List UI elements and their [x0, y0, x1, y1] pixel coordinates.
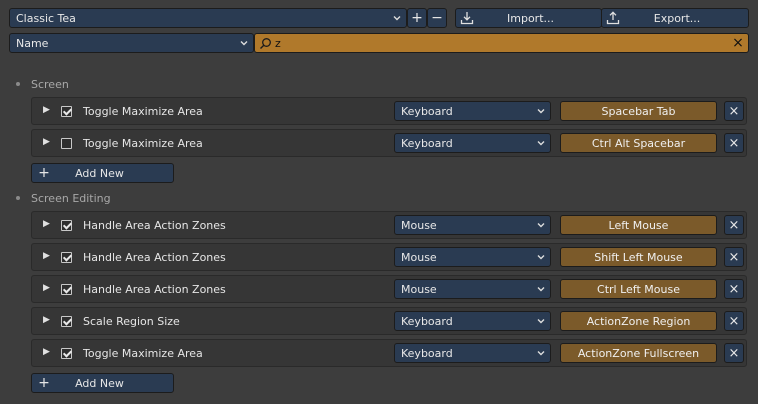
keymap-item: ▶ Toggle Maximize Area Keyboard Ctrl Alt… — [31, 129, 747, 157]
chevron-down-icon — [536, 220, 550, 230]
device-dropdown[interactable]: Keyboard — [394, 311, 551, 331]
remove-item-button[interactable]: × — [724, 311, 744, 331]
chevron-down-icon — [536, 316, 550, 326]
expand-arrow-icon[interactable]: ▶ — [43, 137, 50, 147]
keymap-item-name: Toggle Maximize Area — [83, 137, 203, 150]
key-binding-button[interactable]: ActionZone Fullscreen — [560, 343, 717, 363]
import-button[interactable]: Import... — [455, 8, 602, 28]
remove-preset-button[interactable]: − — [427, 8, 447, 28]
expand-arrow-icon[interactable]: ▶ — [43, 251, 50, 261]
chevron-down-icon — [239, 38, 253, 48]
keymap-item-name: Toggle Maximize Area — [83, 105, 203, 118]
device-value: Mouse — [401, 250, 437, 264]
enabled-checkbox[interactable] — [61, 316, 72, 327]
keymap-item: ▶ Handle Area Action Zones Mouse Ctrl Le… — [31, 275, 747, 303]
preset-value: Classic Tea — [16, 11, 76, 25]
search-icon — [255, 37, 275, 50]
section-title: Screen Editing — [31, 192, 111, 205]
remove-item-button[interactable]: × — [724, 343, 744, 363]
enabled-checkbox[interactable] — [61, 106, 72, 117]
chevron-down-icon — [536, 252, 550, 262]
device-dropdown[interactable]: Mouse — [394, 279, 551, 299]
filter-mode-dropdown[interactable]: Name — [9, 33, 254, 53]
export-label: Export... — [653, 11, 701, 25]
device-dropdown[interactable]: Mouse — [394, 215, 551, 235]
bullet-icon — [16, 196, 20, 200]
device-dropdown[interactable]: Keyboard — [394, 101, 551, 121]
device-dropdown[interactable]: Mouse — [394, 247, 551, 267]
keymap-item: ▶ Toggle Maximize Area Keyboard ActionZo… — [31, 339, 747, 367]
key-binding-button[interactable]: ActionZone Region — [560, 311, 717, 331]
search-value: z — [275, 36, 281, 50]
key-binding-button[interactable]: Ctrl Left Mouse — [560, 279, 717, 299]
device-value: Keyboard — [401, 104, 453, 118]
device-dropdown[interactable]: Keyboard — [394, 133, 551, 153]
device-value: Mouse — [401, 282, 437, 296]
chevron-down-icon — [536, 348, 550, 358]
add-new-label: Add New — [75, 166, 124, 180]
device-value: Mouse — [401, 218, 437, 232]
chevron-down-icon — [536, 106, 550, 116]
expand-arrow-icon[interactable]: ▶ — [43, 105, 50, 115]
keymap-item-name: Handle Area Action Zones — [83, 219, 226, 232]
device-value: Keyboard — [401, 346, 453, 360]
keymap-item: ▶ Handle Area Action Zones Mouse Shift L… — [31, 243, 747, 271]
add-new-button[interactable]: + Add New — [31, 373, 174, 393]
keymap-item: ▶ Handle Area Action Zones Mouse Left Mo… — [31, 211, 747, 239]
add-new-label: Add New — [75, 376, 124, 390]
chevron-down-icon — [536, 138, 550, 148]
clear-search-button[interactable]: × — [728, 35, 748, 51]
keymap-item-name: Scale Region Size — [83, 315, 180, 328]
enabled-checkbox[interactable] — [61, 348, 72, 359]
section-header-screen[interactable]: Screen — [16, 78, 69, 91]
keymap-item: ▶ Toggle Maximize Area Keyboard Spacebar… — [31, 97, 747, 125]
remove-item-button[interactable]: × — [724, 247, 744, 267]
remove-item-button[interactable]: × — [724, 279, 744, 299]
key-binding-button[interactable]: Shift Left Mouse — [560, 247, 717, 267]
keymap-item-name: Toggle Maximize Area — [83, 347, 203, 360]
enabled-checkbox[interactable] — [61, 220, 72, 231]
expand-arrow-icon[interactable]: ▶ — [43, 347, 50, 357]
plus-icon: + — [38, 165, 50, 181]
device-dropdown[interactable]: Keyboard — [394, 343, 551, 363]
export-button[interactable]: Export... — [601, 8, 749, 28]
key-binding-button[interactable]: Ctrl Alt Spacebar — [560, 133, 717, 153]
filter-mode-value: Name — [16, 36, 49, 50]
import-icon — [456, 11, 478, 25]
add-preset-button[interactable]: + — [407, 8, 427, 28]
import-label: Import... — [507, 11, 554, 25]
device-value: Keyboard — [401, 314, 453, 328]
remove-item-button[interactable]: × — [724, 101, 744, 121]
keymap-item: ▶ Scale Region Size Keyboard ActionZone … — [31, 307, 747, 335]
key-binding-button[interactable]: Spacebar Tab — [560, 101, 717, 121]
section-header-screen-editing[interactable]: Screen Editing — [16, 192, 111, 205]
bullet-icon — [16, 82, 20, 86]
expand-arrow-icon[interactable]: ▶ — [43, 219, 50, 229]
enabled-checkbox[interactable] — [61, 252, 72, 263]
remove-item-button[interactable]: × — [724, 133, 744, 153]
plus-icon: + — [38, 375, 50, 391]
preset-dropdown[interactable]: Classic Tea — [9, 8, 407, 28]
export-icon — [602, 11, 624, 25]
expand-arrow-icon[interactable]: ▶ — [43, 283, 50, 293]
keymap-item-name: Handle Area Action Zones — [83, 283, 226, 296]
key-binding-button[interactable]: Left Mouse — [560, 215, 717, 235]
add-new-button[interactable]: + Add New — [31, 163, 174, 183]
enabled-checkbox[interactable] — [61, 284, 72, 295]
remove-item-button[interactable]: × — [724, 215, 744, 235]
enabled-checkbox[interactable] — [61, 138, 72, 149]
chevron-down-icon — [392, 13, 406, 23]
section-title: Screen — [31, 78, 69, 91]
keymap-item-name: Handle Area Action Zones — [83, 251, 226, 264]
search-input[interactable]: z × — [254, 33, 749, 53]
expand-arrow-icon[interactable]: ▶ — [43, 315, 50, 325]
chevron-down-icon — [536, 284, 550, 294]
device-value: Keyboard — [401, 136, 453, 150]
